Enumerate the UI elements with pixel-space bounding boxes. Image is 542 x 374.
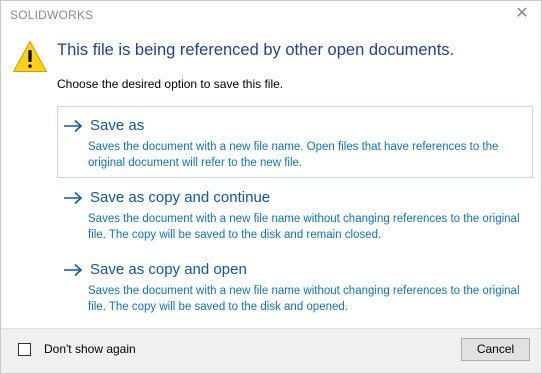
option-label: Save as copy and continue <box>90 189 271 206</box>
option-description: Saves the document with a new file name … <box>88 213 520 241</box>
title-bar: SOLIDWORKS ✕ <box>1 1 541 29</box>
option-description: Saves the document with a new file name.… <box>88 141 499 169</box>
option-description: Saves the document with a new file name … <box>88 285 520 313</box>
arrow-right-icon <box>64 119 83 132</box>
option-save-as[interactable]: Save as Saves the document with a new fi… <box>57 106 533 178</box>
option-label: Save as <box>90 117 145 134</box>
checkbox-box[interactable] <box>18 342 31 356</box>
dialog-footer: Don't show again Cancel <box>1 328 541 373</box>
dont-show-again-label: Don't show again <box>44 342 136 356</box>
instruction-subtext: Choose the desired option to save this f… <box>57 77 284 91</box>
dont-show-again-checkbox[interactable]: Don't show again <box>18 342 136 356</box>
save-reference-dialog: SOLIDWORKS ✕ This file is being referenc… <box>0 0 542 374</box>
main-instruction: This file is being referenced by other o… <box>57 41 455 59</box>
option-save-as-copy-continue[interactable]: Save as copy and continue Saves the docu… <box>57 178 533 250</box>
warning-icon <box>13 41 47 72</box>
window-title: SOLIDWORKS <box>10 8 94 22</box>
arrow-right-icon <box>64 263 83 276</box>
option-label: Save as copy and open <box>90 261 247 278</box>
close-icon[interactable]: ✕ <box>513 5 531 23</box>
cancel-button[interactable]: Cancel <box>461 338 530 361</box>
option-save-as-copy-open[interactable]: Save as copy and open Saves the document… <box>57 250 533 322</box>
arrow-right-icon <box>64 191 83 204</box>
